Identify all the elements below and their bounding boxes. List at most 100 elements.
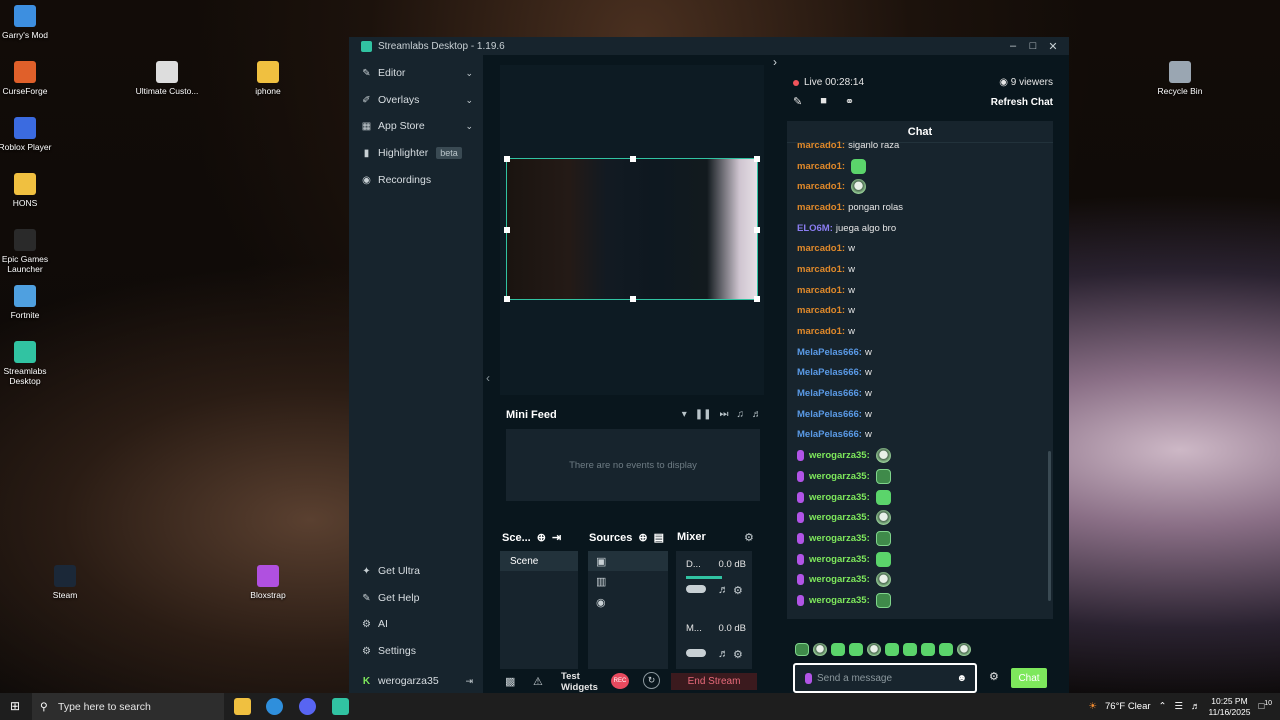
sidebar-item-settings[interactable]: ⚙ Settings xyxy=(361,645,473,657)
sidebar-item-highlighter[interactable]: ▮ Highlighter beta xyxy=(361,147,473,159)
expand-chat-icon[interactable]: › xyxy=(773,55,777,69)
resize-handle[interactable] xyxy=(754,227,760,233)
emote-icon[interactable] xyxy=(903,643,917,656)
sidebar-item-overlays[interactable]: ✐ Overlays ⌄ xyxy=(361,94,473,106)
sidebar-item-recordings[interactable]: ◉ Recordings xyxy=(361,174,473,186)
chat-username[interactable]: werogarza35: xyxy=(809,512,870,523)
record-button[interactable]: REC xyxy=(611,673,629,689)
chat-username[interactable]: werogarza35: xyxy=(809,492,870,503)
chat-username[interactable]: marcado1: xyxy=(797,243,845,254)
folder-icon[interactable]: ▤ xyxy=(654,531,664,544)
desktop-icon[interactable]: Epic Games Launcher xyxy=(0,229,60,274)
desktop-icon[interactable]: CurseForge xyxy=(0,61,60,96)
monitor-icon[interactable]: ▣ xyxy=(588,551,668,571)
sidebar-item-editor[interactable]: ✎ Editor ⌄ xyxy=(361,67,473,79)
window-capture-icon[interactable]: ▥ xyxy=(588,571,668,592)
desktop-icon[interactable]: Garry's Mod xyxy=(0,5,60,40)
chat-username[interactable]: werogarza35: xyxy=(809,574,870,585)
chat-username[interactable]: werogarza35: xyxy=(809,471,870,482)
minimize-icon[interactable]: – xyxy=(1003,37,1023,55)
studio-mode-icon[interactable]: ■ xyxy=(820,95,827,108)
emote-icon[interactable] xyxy=(921,643,935,656)
clock[interactable]: 10:25 PM 11/16/2025 xyxy=(1209,696,1251,718)
resize-handle[interactable] xyxy=(504,227,510,233)
volume-icon[interactable]: ♬ xyxy=(752,409,762,420)
chat-username[interactable]: marcado1: xyxy=(797,305,845,316)
sidebar-item-get-help[interactable]: ✎ Get Help xyxy=(361,592,473,604)
resize-handle[interactable] xyxy=(504,296,510,302)
sidebar-user[interactable]: K werogarza35 ⇥ xyxy=(361,675,473,687)
network-icon[interactable]: ☰ xyxy=(1175,701,1184,712)
desktop-icon[interactable]: Recycle Bin xyxy=(1145,61,1215,96)
maximize-icon[interactable]: □ xyxy=(1023,37,1043,55)
chat-username[interactable]: marcado1: xyxy=(797,285,845,296)
add-source-icon[interactable]: ⊕ xyxy=(638,531,647,544)
volume-icon[interactable]: ♬ xyxy=(1191,701,1201,712)
emote-icon[interactable] xyxy=(795,643,809,656)
sidebar-item-get-ultra[interactable]: ✦ Get Ultra xyxy=(361,565,473,577)
desktop-icon[interactable]: Fortnite xyxy=(0,285,60,320)
emote-icon[interactable] xyxy=(813,643,827,656)
desktop-icon[interactable]: Ultimate Custo... xyxy=(132,61,202,96)
desktop-icon[interactable]: Bloxstrap xyxy=(233,565,303,600)
speaker-icon[interactable]: ♬ xyxy=(718,584,729,596)
chat-username[interactable]: marcado1: xyxy=(797,140,845,151)
mute-alerts-icon[interactable]: ♫ xyxy=(737,409,745,420)
edit-stream-icon[interactable]: ✎ xyxy=(793,95,802,108)
chat-input[interactable]: Send a message ☻ xyxy=(793,663,977,693)
share-icon[interactable]: ⚭ xyxy=(845,95,854,108)
refresh-chat-button[interactable]: Refresh Chat xyxy=(991,97,1053,108)
chat-username[interactable]: MelaPelas666: xyxy=(797,347,862,358)
chat-scrollbar[interactable] xyxy=(1048,451,1051,601)
chat-username[interactable]: werogarza35: xyxy=(809,554,870,565)
desktop-icon[interactable]: Roblox Player xyxy=(0,117,60,152)
emote-icon[interactable] xyxy=(939,643,953,656)
chat-username[interactable]: marcado1: xyxy=(797,326,845,337)
tray-chevron-icon[interactable]: ⌃ xyxy=(1159,701,1167,712)
discord-icon[interactable] xyxy=(299,698,316,715)
speaker-icon[interactable]: ♬ xyxy=(718,648,729,660)
gear-icon[interactable]: ⚙ xyxy=(733,648,743,661)
notifications-icon[interactable]: □10 xyxy=(1258,700,1272,712)
replay-buffer-icon[interactable]: ↻ xyxy=(643,672,660,689)
mixer-settings-icon[interactable]: ⚙ xyxy=(744,531,754,544)
alert-icon[interactable]: ⚠ xyxy=(533,675,543,688)
collapse-sidebar-icon[interactable]: ‹ xyxy=(486,371,490,385)
chat-username[interactable]: ELO6M: xyxy=(797,223,833,234)
volume-slider[interactable] xyxy=(686,649,706,657)
chat-username[interactable]: marcado1: xyxy=(797,181,845,192)
sidebar-item-app-store[interactable]: ▦ App Store ⌄ xyxy=(361,120,473,132)
test-widgets-button[interactable]: Test Widgets xyxy=(561,671,601,693)
desktop-icon[interactable]: Streamlabs Desktop xyxy=(0,341,60,386)
desktop-icon[interactable]: HONS xyxy=(0,173,60,208)
skip-icon[interactable]: ⏭ xyxy=(720,409,729,420)
file-explorer-icon[interactable] xyxy=(234,698,251,715)
emote-icon[interactable] xyxy=(831,643,845,656)
emote-icon[interactable] xyxy=(849,643,863,656)
resize-handle[interactable] xyxy=(504,156,510,162)
chat-username[interactable]: marcado1: xyxy=(797,202,845,213)
emoji-icon[interactable]: ☻ xyxy=(956,673,967,684)
emote-icon[interactable] xyxy=(885,643,899,656)
stream-preview[interactable] xyxy=(500,65,764,395)
send-chat-button[interactable]: Chat xyxy=(1011,668,1047,688)
chat-settings-icon[interactable]: ⚙ xyxy=(989,670,999,683)
emote-icon[interactable] xyxy=(867,643,881,656)
stats-icon[interactable]: ▩ xyxy=(505,675,515,688)
webcam-icon[interactable]: ◉ xyxy=(588,592,668,613)
transition-icon[interactable]: ⇥ xyxy=(552,531,561,544)
desktop-icon[interactable]: Steam xyxy=(30,565,100,600)
edge-icon[interactable] xyxy=(266,698,283,715)
chat-username[interactable]: marcado1: xyxy=(797,161,845,172)
volume-slider[interactable] xyxy=(686,585,706,593)
add-scene-icon[interactable]: ⊕ xyxy=(537,531,546,544)
scene-item[interactable]: Scene xyxy=(500,551,578,571)
title-bar[interactable]: Streamlabs Desktop - 1.19.6 – □ ✕ xyxy=(349,37,1069,55)
gear-icon[interactable]: ⚙ xyxy=(733,584,743,597)
chat-username[interactable]: MelaPelas666: xyxy=(797,388,862,399)
end-stream-button[interactable]: End Stream xyxy=(671,673,757,690)
resize-handle[interactable] xyxy=(630,156,636,162)
chat-username[interactable]: werogarza35: xyxy=(809,533,870,544)
chat-username[interactable]: MelaPelas666: xyxy=(797,409,862,420)
desktop-icon[interactable]: iphone xyxy=(233,61,303,96)
